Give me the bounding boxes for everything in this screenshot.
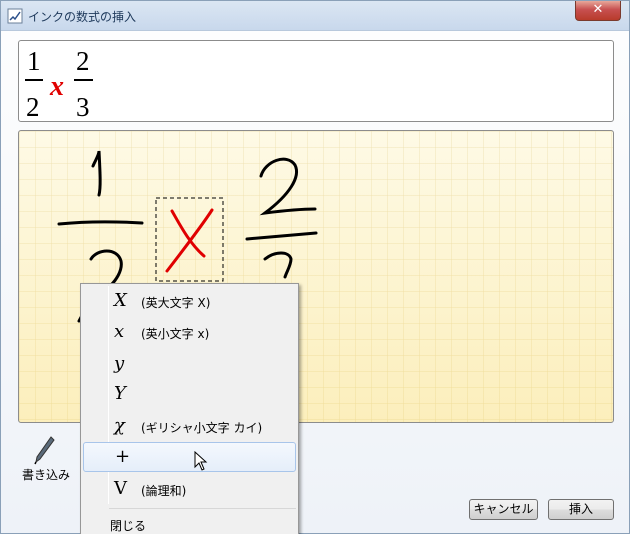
window-title: インクの数式の挿入 [28, 10, 137, 24]
menu-item-chi[interactable]: χ (ギリシャ小文字 カイ) [83, 411, 296, 441]
menu-item-lowercase-x[interactable]: x (英小文字 x) [83, 317, 296, 347]
menu-item-description: (論理和) [141, 484, 187, 498]
preview-numerator-1: 1 [27, 46, 41, 76]
write-tool-label: 書き込み [21, 468, 70, 482]
menu-item-symbol: V [114, 478, 127, 499]
title-bar[interactable]: インクの数式の挿入 ✕ [1, 1, 629, 31]
preview-equation: 1 2 x 2 3 [25, 46, 93, 122]
menu-item-uppercase-x[interactable]: X (英大文字 X) [83, 286, 296, 316]
menu-item-description: (英小文字 x) [141, 327, 210, 341]
preview-denominator-2: 3 [76, 92, 90, 122]
mouse-cursor-icon [194, 451, 208, 471]
menu-close-item[interactable]: 閉じる [110, 517, 146, 534]
write-tool-button[interactable]: 書き込み [19, 433, 73, 482]
cancel-button[interactable]: キャンセル [469, 499, 538, 520]
menu-item-symbol: χ [114, 415, 125, 436]
close-icon: ✕ [592, 2, 604, 17]
preview-variable: x [49, 71, 64, 102]
preview-denominator-1: 2 [26, 92, 40, 122]
menu-item-symbol: Y [114, 383, 126, 404]
menu-item-symbol: X [114, 290, 127, 311]
ink-equation-app-icon [7, 8, 23, 24]
menu-item-description: (英大文字 X) [141, 296, 211, 310]
menu-item-description: (ギリシャ小文字 カイ) [141, 421, 263, 435]
menu-separator [109, 508, 296, 509]
menu-item-plus[interactable]: + [83, 442, 296, 472]
insert-button[interactable]: 挿入 [548, 499, 614, 520]
correction-context-menu: X (英大文字 X) x (英小文字 x) y Y χ (ギリシャ小文字 カイ)… [80, 283, 299, 534]
menu-item-logical-or[interactable]: V (論理和) [83, 474, 296, 504]
insert-ink-equation-dialog: インクの数式の挿入 ✕ 1 2 x 2 3 書き込み キャンセル 挿入 X (英… [0, 0, 630, 534]
menu-item-symbol: y [114, 353, 125, 374]
menu-item-symbol: x [114, 321, 125, 342]
menu-item-lowercase-y[interactable]: y [83, 349, 296, 379]
window-close-button[interactable]: ✕ [575, 1, 621, 21]
equation-preview: 1 2 x 2 3 [18, 40, 614, 122]
menu-item-uppercase-y[interactable]: Y [83, 379, 296, 409]
menu-item-symbol: + [115, 446, 131, 467]
pen-icon [34, 436, 55, 465]
preview-numerator-2: 2 [76, 46, 90, 76]
